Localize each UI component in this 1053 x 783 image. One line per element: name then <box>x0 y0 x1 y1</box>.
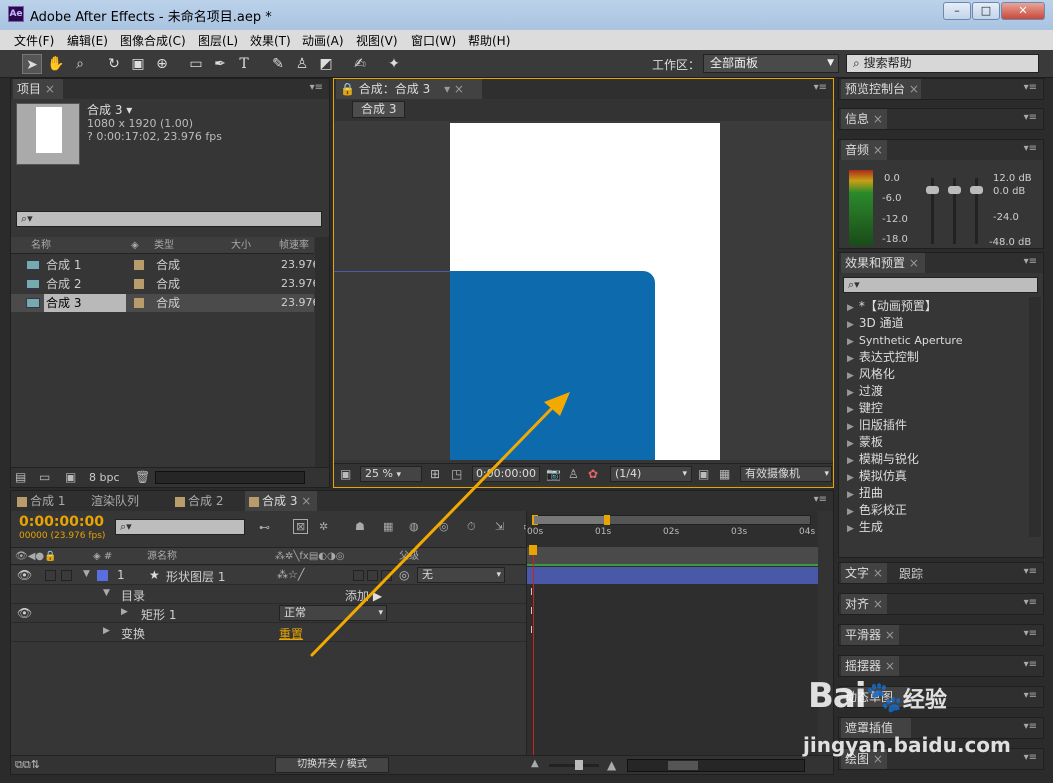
baidu-watermark-logo: Bai🐾经验 <box>808 676 947 716</box>
annotation-arrow <box>310 392 570 657</box>
watermark-url: jingyan.baidu.com <box>803 733 1011 757</box>
